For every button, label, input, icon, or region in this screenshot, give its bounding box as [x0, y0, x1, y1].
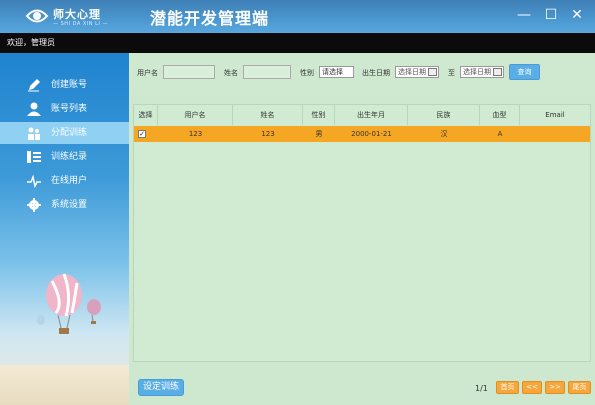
balloon-small-icon: [87, 299, 101, 324]
cell-gender: 男: [315, 130, 323, 138]
pulse-icon: [27, 174, 41, 188]
column-header: 用户名: [158, 105, 233, 125]
column-header: 民族: [408, 105, 480, 125]
title-bar: 师大心理 — SHI DA XIN LI — 潜能开发管理端 — ☐ ✕: [0, 0, 595, 33]
last-page-button[interactable]: 尾页: [568, 381, 591, 394]
sidebar-item-label: 系统设置: [51, 200, 88, 210]
column-header: 血型: [480, 105, 520, 125]
footer-bar: 设定训练 1/1 首页 << >> 尾页: [129, 373, 595, 405]
user-table: 选择 用户名 姓名 性别 出生年月 民族 血型 Email ✓ 123 123 …: [133, 104, 591, 362]
table-header: 选择 用户名 姓名 性别 出生年月 民族 血型 Email: [134, 105, 590, 125]
username-label: 用户名: [137, 69, 158, 77]
list-icon: [27, 151, 41, 163]
row-checkbox[interactable]: ✓: [138, 130, 146, 138]
users-icon: [28, 127, 40, 140]
sidebar: 创建账号 账号列表 分配训练 训练纪录 在线用户 系统设置: [0, 53, 129, 405]
column-header: 性别: [303, 105, 335, 125]
cell-blood: A: [497, 130, 503, 138]
sidebar-item-create-account[interactable]: 创建账号: [0, 74, 129, 96]
table-row[interactable]: ✓ 123 123 男 2000-01-21 汉 A: [134, 126, 590, 142]
column-header: Email: [545, 111, 565, 119]
sidebar-item-label: 在线用户: [51, 176, 88, 186]
sidebar-item-online-users[interactable]: 在线用户: [0, 170, 129, 192]
cell-birth: 2000-01-21: [351, 130, 392, 138]
sidebar-item-training-records[interactable]: 训练纪录: [0, 146, 129, 168]
date-to-input[interactable]: 选择日期: [460, 66, 504, 78]
gear-icon: [27, 198, 41, 212]
calendar-icon[interactable]: [428, 68, 437, 76]
main-panel: 用户名 姓名 性别 请选择 出生日期 选择日期 至 选择日期 查询 选择 用户名…: [129, 53, 595, 405]
calendar-icon[interactable]: [493, 68, 502, 76]
gender-label: 性别: [300, 69, 314, 77]
sidebar-item-label: 训练纪录: [51, 152, 88, 162]
brand-subtitle: — SHI DA XIN LI —: [53, 21, 108, 27]
username-input[interactable]: [163, 65, 215, 79]
date-to-placeholder: 选择日期: [463, 68, 491, 76]
brand-name: 师大心理: [53, 8, 101, 21]
app-title: 潜能开发管理端: [150, 9, 270, 28]
pencil-icon: [28, 79, 40, 92]
column-header: 出生年月: [335, 105, 408, 125]
balloon-tiny-icon: [37, 315, 45, 325]
cell-username: 123: [188, 130, 203, 138]
gender-select[interactable]: 请选择: [319, 66, 354, 78]
birth-date-label: 出生日期: [362, 69, 390, 77]
to-label: 至: [448, 69, 455, 77]
welcome-text: 欢迎，管理员: [0, 33, 595, 53]
date-from-placeholder: 选择日期: [398, 68, 426, 76]
sidebar-item-account-list[interactable]: 账号列表: [0, 98, 129, 120]
column-header: 姓名: [233, 105, 303, 125]
cell-name: 123: [261, 130, 275, 138]
gender-value: 请选择: [322, 68, 343, 76]
balloon-icon: [46, 273, 82, 334]
prev-page-button[interactable]: <<: [522, 381, 542, 394]
first-page-button[interactable]: 首页: [496, 381, 519, 394]
sidebar-item-label: 账号列表: [51, 104, 88, 114]
filter-bar: 用户名 姓名 性别 请选择 出生日期 选择日期 至 选择日期 查询: [129, 53, 595, 95]
sidebar-item-label: 分配训练: [51, 128, 88, 138]
cell-email: [520, 126, 590, 142]
date-from-input[interactable]: 选择日期: [395, 66, 439, 78]
name-input[interactable]: [243, 65, 291, 79]
maximize-button[interactable]: ☐: [542, 6, 560, 24]
sand-decoration: [0, 365, 129, 405]
user-icon: [27, 102, 41, 116]
set-training-button[interactable]: 设定训练: [138, 379, 184, 396]
close-button[interactable]: ✕: [568, 6, 586, 24]
search-button[interactable]: 查询: [509, 64, 540, 80]
name-label: 姓名: [224, 69, 238, 77]
logo-icon: [25, 9, 49, 23]
sidebar-item-assign-training[interactable]: 分配训练: [0, 122, 129, 144]
sidebar-item-label: 创建账号: [51, 80, 88, 90]
next-page-button[interactable]: >>: [545, 381, 565, 394]
column-header: 选择: [134, 105, 158, 125]
cell-ethnicity: 汉: [440, 130, 448, 138]
page-indicator: 1/1: [475, 384, 488, 393]
minimize-button[interactable]: —: [515, 6, 533, 24]
sidebar-item-system-settings[interactable]: 系统设置: [0, 194, 129, 216]
